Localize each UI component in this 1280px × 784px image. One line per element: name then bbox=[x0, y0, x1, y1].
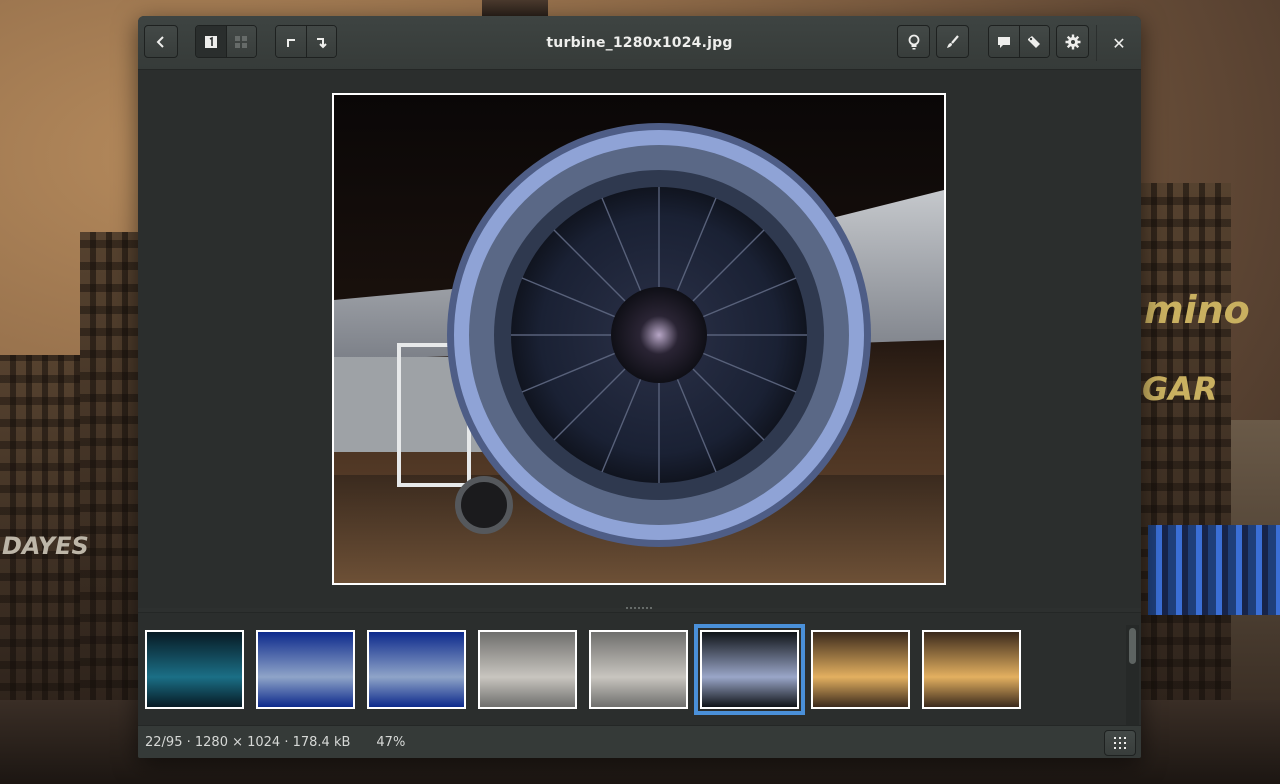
dots-grid-icon bbox=[1114, 737, 1126, 749]
image-canvas[interactable] bbox=[138, 70, 1141, 608]
header-separator bbox=[1096, 25, 1097, 61]
image-dimensions: 1280 × 1024 bbox=[194, 735, 281, 750]
chevron-left-icon bbox=[156, 35, 164, 48]
wall-sign-right-1: mino bbox=[1144, 288, 1250, 332]
rotate-right-button[interactable] bbox=[305, 26, 336, 57]
single-view-icon bbox=[204, 35, 217, 48]
statusbar: 22/95 · 1280 × 1024 · 178.4 kB 47% bbox=[138, 725, 1141, 758]
pane-resize-handle[interactable] bbox=[626, 607, 652, 609]
show-thumbnails-button[interactable] bbox=[1104, 730, 1136, 756]
image-position: 22/95 bbox=[145, 735, 183, 750]
edit-button[interactable] bbox=[936, 25, 969, 58]
tag-button[interactable] bbox=[1018, 26, 1049, 57]
image-viewer-window: turbine_1280x1024.jpg ✕ 22/95 · 1280 × 1… bbox=[138, 16, 1141, 758]
image-filesize: 178.4 kB bbox=[292, 735, 351, 750]
headerbar: turbine_1280x1024.jpg ✕ bbox=[138, 16, 1141, 70]
thumbnail[interactable] bbox=[145, 630, 244, 709]
rotate-left-icon bbox=[286, 38, 295, 47]
single-view-button[interactable] bbox=[196, 26, 226, 57]
lightbulb-button[interactable] bbox=[897, 25, 930, 58]
building-tower-left bbox=[80, 232, 138, 702]
zoom-level[interactable]: 47% bbox=[376, 735, 405, 750]
turbine-image bbox=[334, 123, 944, 583]
settings-button[interactable] bbox=[1056, 25, 1089, 58]
thumbnail[interactable] bbox=[256, 630, 355, 709]
building-right bbox=[1141, 183, 1231, 703]
rotate-left-button[interactable] bbox=[276, 26, 306, 57]
wall-sign-right-2: GAR bbox=[1142, 370, 1218, 408]
wall-sign-left: DAYES bbox=[2, 532, 89, 560]
comment-icon bbox=[997, 36, 1010, 48]
comment-button[interactable] bbox=[989, 26, 1019, 57]
thumbnail[interactable] bbox=[811, 630, 910, 709]
thumbnail[interactable] bbox=[478, 630, 577, 709]
separator-dot: · bbox=[280, 735, 293, 750]
main-photo bbox=[332, 93, 946, 585]
window-title: turbine_1280x1024.jpg bbox=[546, 34, 733, 51]
image-info: 22/95 · 1280 × 1024 · 178.4 kB 47% bbox=[145, 726, 405, 758]
back-button[interactable] bbox=[144, 25, 178, 58]
rotate-right-icon bbox=[317, 37, 327, 48]
neon-windows bbox=[1148, 525, 1280, 615]
tag-icon bbox=[1028, 35, 1041, 48]
annotation-group bbox=[988, 25, 1050, 58]
view-mode-switcher bbox=[195, 25, 257, 58]
thumbnail[interactable] bbox=[589, 630, 688, 709]
building-left bbox=[0, 355, 80, 705]
gear-icon bbox=[1065, 34, 1080, 49]
thumbnail[interactable] bbox=[367, 630, 466, 709]
rotate-group bbox=[275, 25, 337, 58]
thumbnail-strip bbox=[138, 612, 1141, 726]
building-top bbox=[482, 0, 548, 16]
separator-dot: · bbox=[182, 735, 195, 750]
thumbnail[interactable] bbox=[922, 630, 1021, 709]
lightbulb-icon bbox=[908, 34, 919, 49]
thumbnail-selected[interactable] bbox=[694, 624, 805, 715]
close-button[interactable]: ✕ bbox=[1104, 28, 1134, 58]
grid-view-icon bbox=[235, 35, 248, 48]
thumbnail-scrollbar-thumb[interactable] bbox=[1129, 628, 1136, 664]
brush-icon bbox=[946, 34, 959, 48]
grid-view-button[interactable] bbox=[225, 26, 256, 57]
